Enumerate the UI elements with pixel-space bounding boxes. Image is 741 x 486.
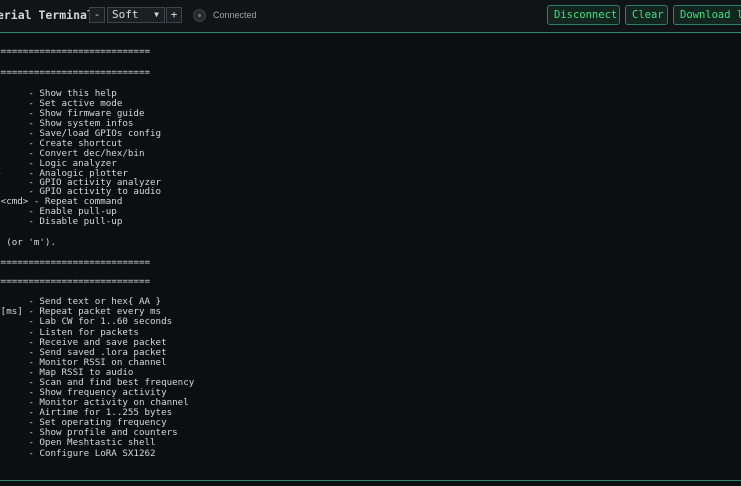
preset-increment-button[interactable]: +: [166, 7, 182, 23]
bottom-divider: [0, 480, 741, 481]
terminal-line: - Disable pull-up: [28, 216, 123, 227]
preset-select[interactable]: Soft ▼: [107, 7, 165, 23]
terminal-line: mode' (or 'm').: [0, 237, 56, 248]
terminal-line: ================================: [0, 46, 151, 57]
terminal-toolbar: Serial Terminal - Soft ▼ + Connected Dis…: [0, 0, 741, 33]
download-logs-button[interactable]: Download logs: [673, 5, 741, 25]
terminal-title: Serial Terminal: [0, 8, 94, 22]
terminal-line: - Configure LoRA SX1262: [28, 448, 156, 459]
terminal-output[interactable]: =========================== ===== ========…: [0, 33, 741, 473]
connection-status-text: Connected: [213, 10, 257, 20]
terminal-line: ================================: [0, 276, 151, 287]
chevron-down-icon: ▼: [154, 10, 159, 19]
preset-select-value: Soft: [112, 8, 139, 21]
terminal-line: - Open Meshtastic shell: [28, 437, 156, 448]
connection-status-icon: [193, 9, 206, 22]
clear-button[interactable]: Clear: [625, 5, 668, 25]
preset-decrement-button[interactable]: -: [89, 7, 105, 23]
disconnect-button[interactable]: Disconnect: [547, 5, 620, 25]
terminal-line: ================================: [0, 67, 151, 78]
terminal-line: ds] - Lab CW for 1..60 seconds: [28, 316, 173, 327]
terminal-line: ================================: [0, 257, 151, 268]
